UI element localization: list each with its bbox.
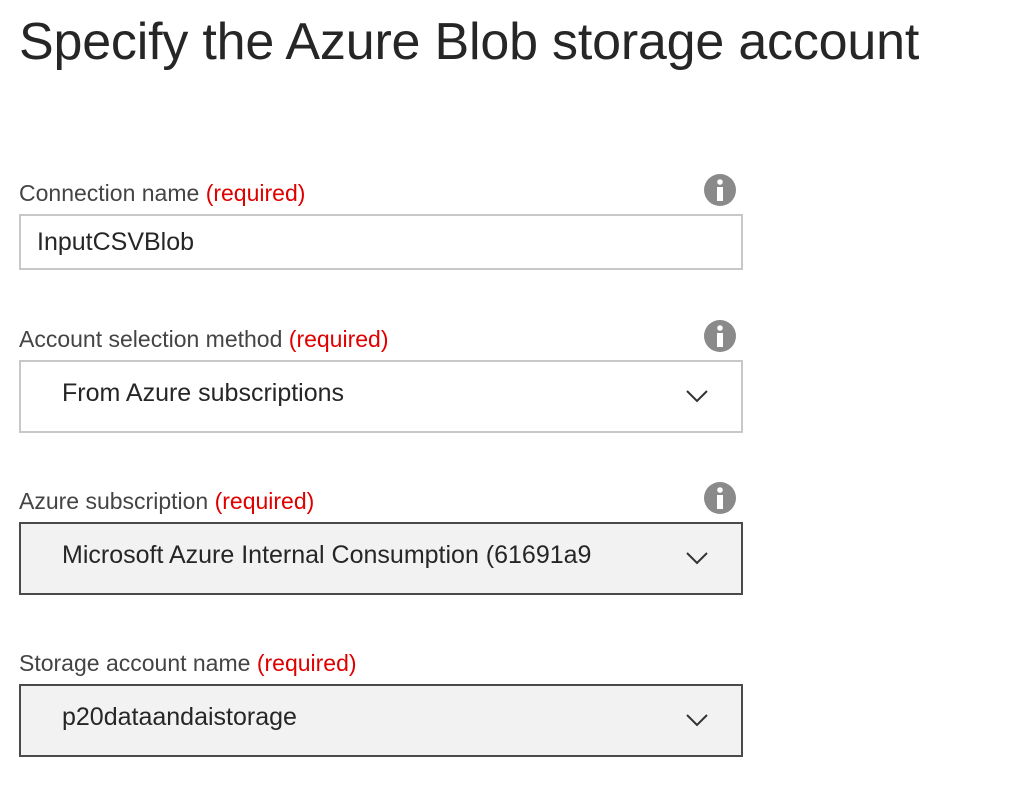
- azure-subscription-label: Azure subscription (required): [19, 488, 314, 515]
- info-icon[interactable]: [704, 320, 736, 352]
- page-title: Specify the Azure Blob storage account: [19, 13, 920, 71]
- required-indicator: (required): [256, 650, 357, 676]
- connection-name-label-text: Connection name: [19, 180, 200, 206]
- required-indicator: (required): [288, 326, 389, 352]
- storage-account-name-label: Storage account name (required): [19, 650, 357, 677]
- storage-account-name-label-row: Storage account name (required): [19, 644, 741, 678]
- info-icon[interactable]: [704, 482, 736, 514]
- account-selection-method-label: Account selection method (required): [19, 326, 389, 353]
- chevron-down-icon: [686, 390, 708, 403]
- info-icon[interactable]: [704, 174, 736, 206]
- account-selection-method-value: From Azure subscriptions: [62, 379, 345, 407]
- connection-name-label: Connection name (required): [19, 180, 305, 207]
- azure-subscription-value: Microsoft Azure Internal Consumption (61…: [62, 541, 592, 569]
- account-selection-method-select[interactable]: From Azure subscriptions: [19, 360, 743, 433]
- account-selection-method-label-row: Account selection method (required): [19, 320, 741, 354]
- connection-name-label-row: Connection name (required): [19, 174, 741, 208]
- required-indicator: (required): [214, 488, 315, 514]
- chevron-down-icon: [686, 552, 708, 565]
- azure-subscription-select[interactable]: Microsoft Azure Internal Consumption (61…: [19, 522, 743, 595]
- connection-name-input[interactable]: [19, 214, 743, 270]
- storage-account-name-value: p20dataandaistorage: [62, 703, 297, 731]
- azure-subscription-label-row: Azure subscription (required): [19, 482, 741, 516]
- required-indicator: (required): [205, 180, 306, 206]
- storage-account-name-select[interactable]: p20dataandaistorage: [19, 684, 743, 757]
- chevron-down-icon: [686, 714, 708, 727]
- azure-subscription-label-text: Azure subscription: [19, 488, 209, 514]
- storage-account-name-label-text: Storage account name: [19, 650, 251, 676]
- account-selection-method-label-text: Account selection method: [19, 326, 283, 352]
